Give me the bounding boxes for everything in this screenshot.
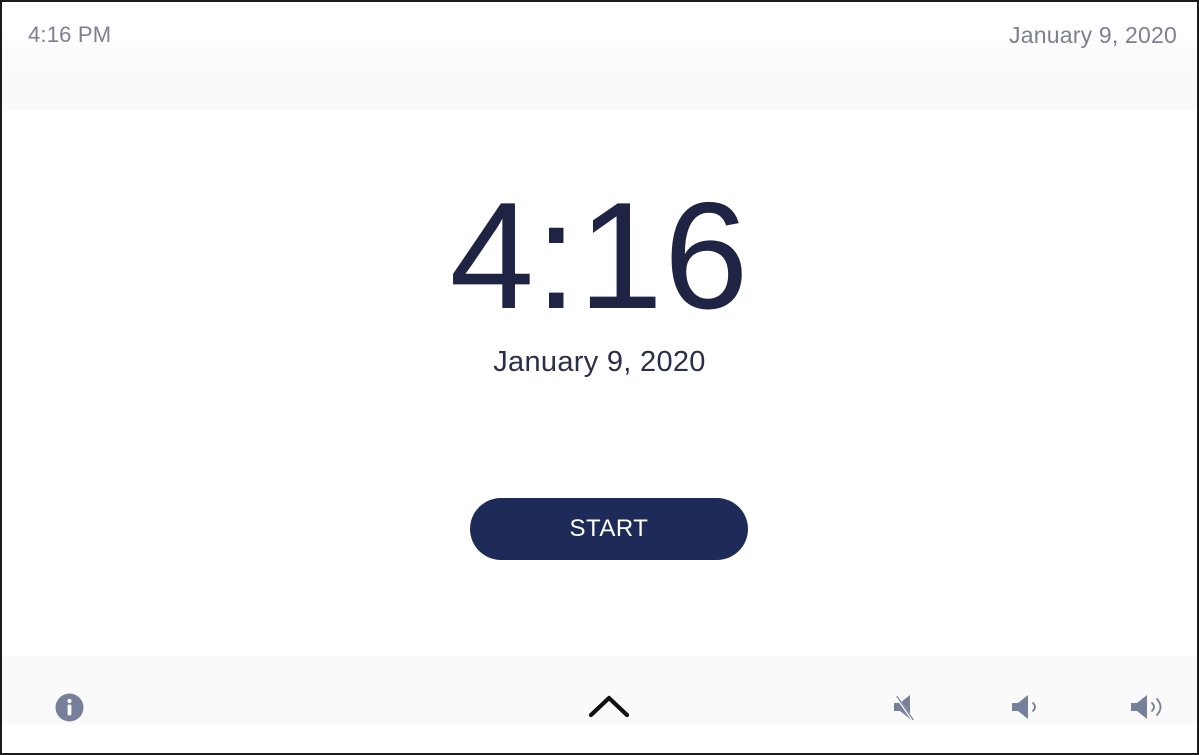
clock-date: January 9, 2020 bbox=[493, 346, 706, 378]
info-icon[interactable] bbox=[55, 693, 84, 722]
status-date: January 9, 2020 bbox=[1009, 22, 1177, 48]
clock-time: 4:16 bbox=[449, 171, 750, 341]
volume-high-icon[interactable] bbox=[1127, 692, 1169, 722]
status-time: 4:16 PM bbox=[28, 22, 112, 47]
chevron-up-icon[interactable] bbox=[587, 693, 631, 719]
volume-low-icon[interactable] bbox=[1008, 692, 1042, 722]
volume-mute-icon[interactable] bbox=[890, 692, 918, 722]
start-button[interactable]: START bbox=[470, 498, 748, 560]
top-status-bar: 4:16 PM January 9, 2020 bbox=[2, 2, 1197, 110]
touch-panel-screen: 4:16 PM January 9, 2020 4:16 January 9, … bbox=[0, 0, 1199, 755]
